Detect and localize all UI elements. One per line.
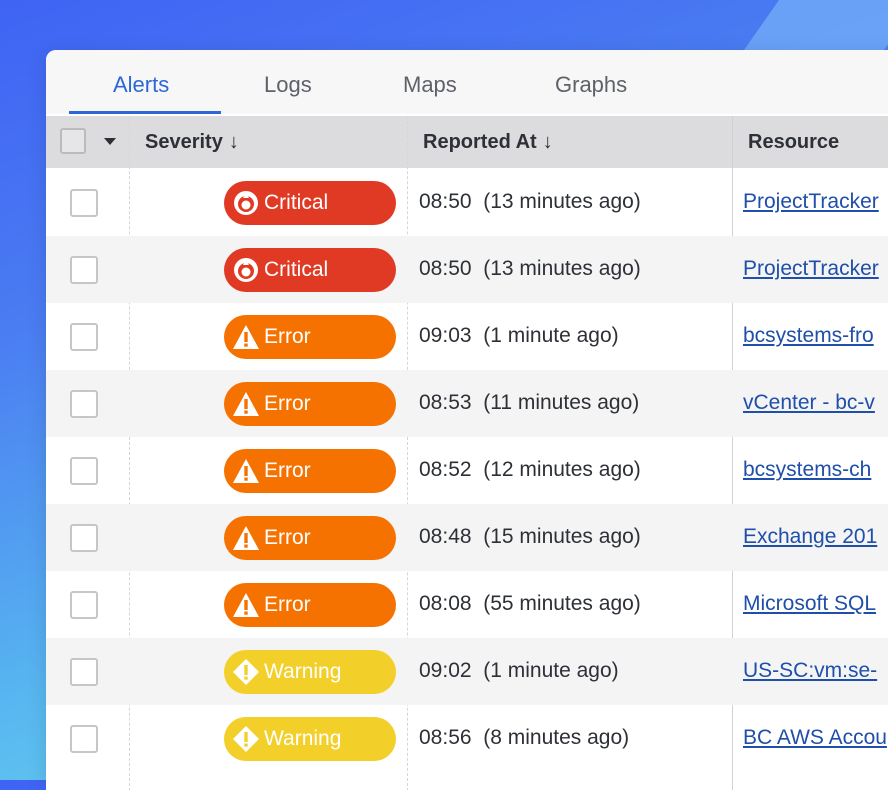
table-row[interactable]: Error 08:52 (12 minutes ago) bcsystems-ch [46, 437, 888, 504]
resource-link[interactable]: ProjectTracker [743, 257, 879, 281]
severity-label: Error [264, 325, 311, 348]
row-checkbox[interactable] [70, 256, 98, 284]
tab-maps[interactable]: Maps [403, 72, 457, 98]
table-row[interactable]: Warning 09:02 (1 minute ago) US-SC:vm:se- [46, 638, 888, 705]
table-header: Severity ↓ Reported At ↓ Resource [46, 116, 888, 168]
column-header-label: Severity [145, 131, 223, 153]
tab-graphs[interactable]: Graphs [555, 72, 627, 98]
column-header-severity[interactable]: Severity ↓ [145, 131, 239, 154]
severity-badge: Critical [224, 248, 396, 292]
row-checkbox[interactable] [70, 457, 98, 485]
severity-badge: Error [224, 315, 396, 359]
severity-label: Critical [264, 191, 329, 214]
active-tab-indicator [69, 111, 221, 114]
resource-link[interactable]: Exchange 201 [743, 525, 877, 549]
reported-at-cell: 08:08 (55 minutes ago) [419, 592, 641, 615]
alerts-panel: Alerts Logs Maps Graphs Severity ↓ Report… [46, 50, 888, 790]
critical-flame-icon [234, 191, 258, 215]
row-checkbox[interactable] [70, 591, 98, 619]
table-row[interactable]: Warning 08:56 (8 minutes ago) BC AWS Accou [46, 705, 888, 772]
arrow-down-icon: ↓ [228, 131, 239, 153]
resource-link[interactable]: US-SC:vm:se- [743, 659, 877, 683]
severity-badge: Critical [224, 181, 396, 225]
table-row[interactable]: Error 08:08 (55 minutes ago) Microsoft SQL [46, 571, 888, 638]
severity-badge: Warning [224, 717, 396, 761]
row-checkbox[interactable] [70, 323, 98, 351]
table-row[interactable]: Error 08:53 (11 minutes ago) vCenter - bc-… [46, 370, 888, 437]
severity-label: Error [264, 526, 311, 549]
severity-label: Error [264, 392, 311, 415]
select-all-checkbox[interactable] [60, 128, 86, 154]
reported-at-cell: 08:56 (8 minutes ago) [419, 726, 630, 749]
warning-triangle-icon [233, 325, 259, 349]
column-header-resource[interactable]: Resource [748, 131, 839, 154]
warning-diamond-icon [233, 726, 259, 752]
severity-label: Warning [264, 660, 342, 683]
warning-diamond-icon [233, 659, 259, 685]
resource-link[interactable]: BC AWS Accou [743, 726, 887, 750]
resource-link[interactable]: ProjectTracker [743, 190, 879, 214]
warning-triangle-icon [233, 392, 259, 416]
column-header-label: Reported At [423, 131, 537, 153]
severity-badge: Error [224, 382, 396, 426]
reported-at-cell: 08:53 (11 minutes ago) [419, 391, 640, 414]
critical-flame-icon [234, 258, 258, 282]
reported-at-cell: 08:48 (15 minutes ago) [419, 525, 641, 548]
severity-label: Error [264, 593, 311, 616]
tab-alerts[interactable]: Alerts [113, 72, 169, 98]
resource-link[interactable]: Microsoft SQL [743, 592, 876, 616]
resource-link[interactable]: vCenter - bc-v [743, 391, 875, 415]
arrow-down-icon: ↓ [542, 131, 553, 153]
severity-badge: Warning [224, 650, 396, 694]
resource-link[interactable]: bcsystems-fro [743, 324, 874, 348]
severity-label: Warning [264, 727, 342, 750]
table-row[interactable]: Critical 08:50 (13 minutes ago) ProjectTra… [46, 236, 888, 303]
severity-badge: Error [224, 583, 396, 627]
warning-triangle-icon [233, 593, 259, 617]
table-row[interactable]: Critical 08:50 (13 minutes ago) ProjectTra… [46, 169, 888, 236]
tab-bar: Alerts Logs Maps Graphs [46, 50, 888, 114]
warning-triangle-icon [233, 459, 259, 483]
column-header-reported-at[interactable]: Reported At ↓ [423, 131, 553, 154]
reported-at-cell: 08:50 (13 minutes ago) [419, 190, 641, 213]
reported-at-cell: 09:03 (1 minute ago) [419, 324, 619, 347]
severity-badge: Error [224, 516, 396, 560]
row-checkbox[interactable] [70, 725, 98, 753]
warning-triangle-icon [233, 526, 259, 550]
severity-label: Critical [264, 258, 329, 281]
select-menu-caret-icon[interactable] [104, 138, 116, 145]
row-checkbox[interactable] [70, 189, 98, 217]
reported-at-cell: 08:50 (13 minutes ago) [419, 257, 641, 280]
row-checkbox[interactable] [70, 390, 98, 418]
resource-link[interactable]: bcsystems-ch [743, 458, 871, 482]
table-row[interactable]: Error 08:48 (15 minutes ago) Exchange 201 [46, 504, 888, 571]
row-checkbox[interactable] [70, 658, 98, 686]
row-checkbox[interactable] [70, 524, 98, 552]
reported-at-cell: 09:02 (1 minute ago) [419, 659, 619, 682]
severity-label: Error [264, 459, 311, 482]
column-header-label: Resource [748, 131, 840, 153]
severity-badge: Error [224, 449, 396, 493]
reported-at-cell: 08:52 (12 minutes ago) [419, 458, 641, 481]
tab-logs[interactable]: Logs [264, 72, 312, 98]
table-row[interactable]: Error 09:03 (1 minute ago) bcsystems-fro [46, 303, 888, 370]
